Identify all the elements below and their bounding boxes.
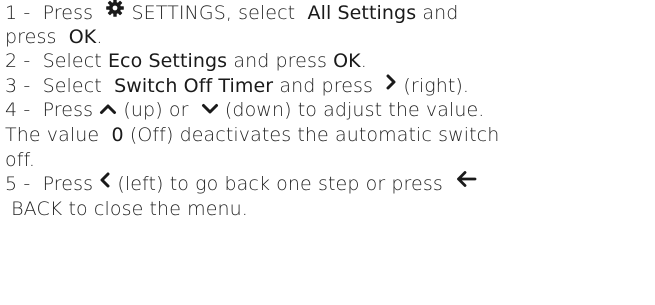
value-zero: 0 <box>111 123 124 146</box>
step-text: (up) or <box>123 99 189 122</box>
step-text: BACK to close the menu. <box>11 197 248 220</box>
back-arrow-icon <box>455 170 477 195</box>
step-4-line-2: The value 0 (Off) deactivates the automa… <box>5 123 653 148</box>
step-number: 1 - <box>5 1 31 24</box>
step-text: (Off) deactivates the automatic switch <box>129 123 500 146</box>
step-number: 5 - <box>5 173 31 196</box>
chevron-up-icon <box>99 97 117 122</box>
step-text: Select <box>42 50 102 73</box>
step-text: Press <box>42 173 94 196</box>
step-text: press <box>5 25 57 48</box>
step-5-line-1: 5 - Press (left) to go back one step or … <box>5 170 653 197</box>
step-text: off. <box>5 148 36 171</box>
step-text: Press <box>42 99 94 122</box>
step-number: 2 - <box>5 50 31 73</box>
step-1-line-2: press OK. <box>5 25 653 50</box>
gear-icon <box>105 0 125 25</box>
step-text: and press <box>233 50 327 73</box>
step-number: 3 - <box>5 74 31 97</box>
step-2-line-1: 2 - Select Eco Settings and press OK. <box>5 49 653 74</box>
step-5-line-2: BACK to close the menu. <box>5 197 653 222</box>
step-text: The value <box>5 123 100 146</box>
step-text: (left) to go back one step or press <box>117 173 443 196</box>
step-text: Select <box>42 74 102 97</box>
step-text: . <box>360 50 367 73</box>
step-text: and press <box>279 74 373 97</box>
step-number: 4 - <box>5 99 31 122</box>
menu-item-eco-settings: Eco Settings <box>107 50 228 73</box>
step-text: and <box>422 1 459 24</box>
step-1-line-1: 1 - Press SETTINGS, select All Settings … <box>5 0 653 25</box>
menu-item-switch-off-timer: Switch Off Timer <box>114 74 274 97</box>
step-text: (right). <box>403 74 470 97</box>
step-text: . <box>96 25 103 48</box>
chevron-right-icon <box>385 72 397 97</box>
step-text: SETTINGS, select <box>131 1 296 24</box>
menu-item-all-settings: All Settings <box>307 1 417 24</box>
step-4-line-3: off. <box>5 148 653 173</box>
chevron-down-icon <box>201 97 219 122</box>
key-ok: OK <box>333 50 361 73</box>
key-ok: OK <box>68 25 97 48</box>
step-3-line-1: 3 - Select Switch Off Timer and press (r… <box>5 74 653 99</box>
step-4-line-1: 4 - Press (up) or (down) to adjust the v… <box>5 98 653 123</box>
instructions: 1 - Press SETTINGS, select All Settings … <box>5 0 653 221</box>
step-text: Press <box>42 1 94 24</box>
step-text: (down) to adjust the value. <box>224 99 485 122</box>
chevron-left-icon <box>99 170 111 195</box>
